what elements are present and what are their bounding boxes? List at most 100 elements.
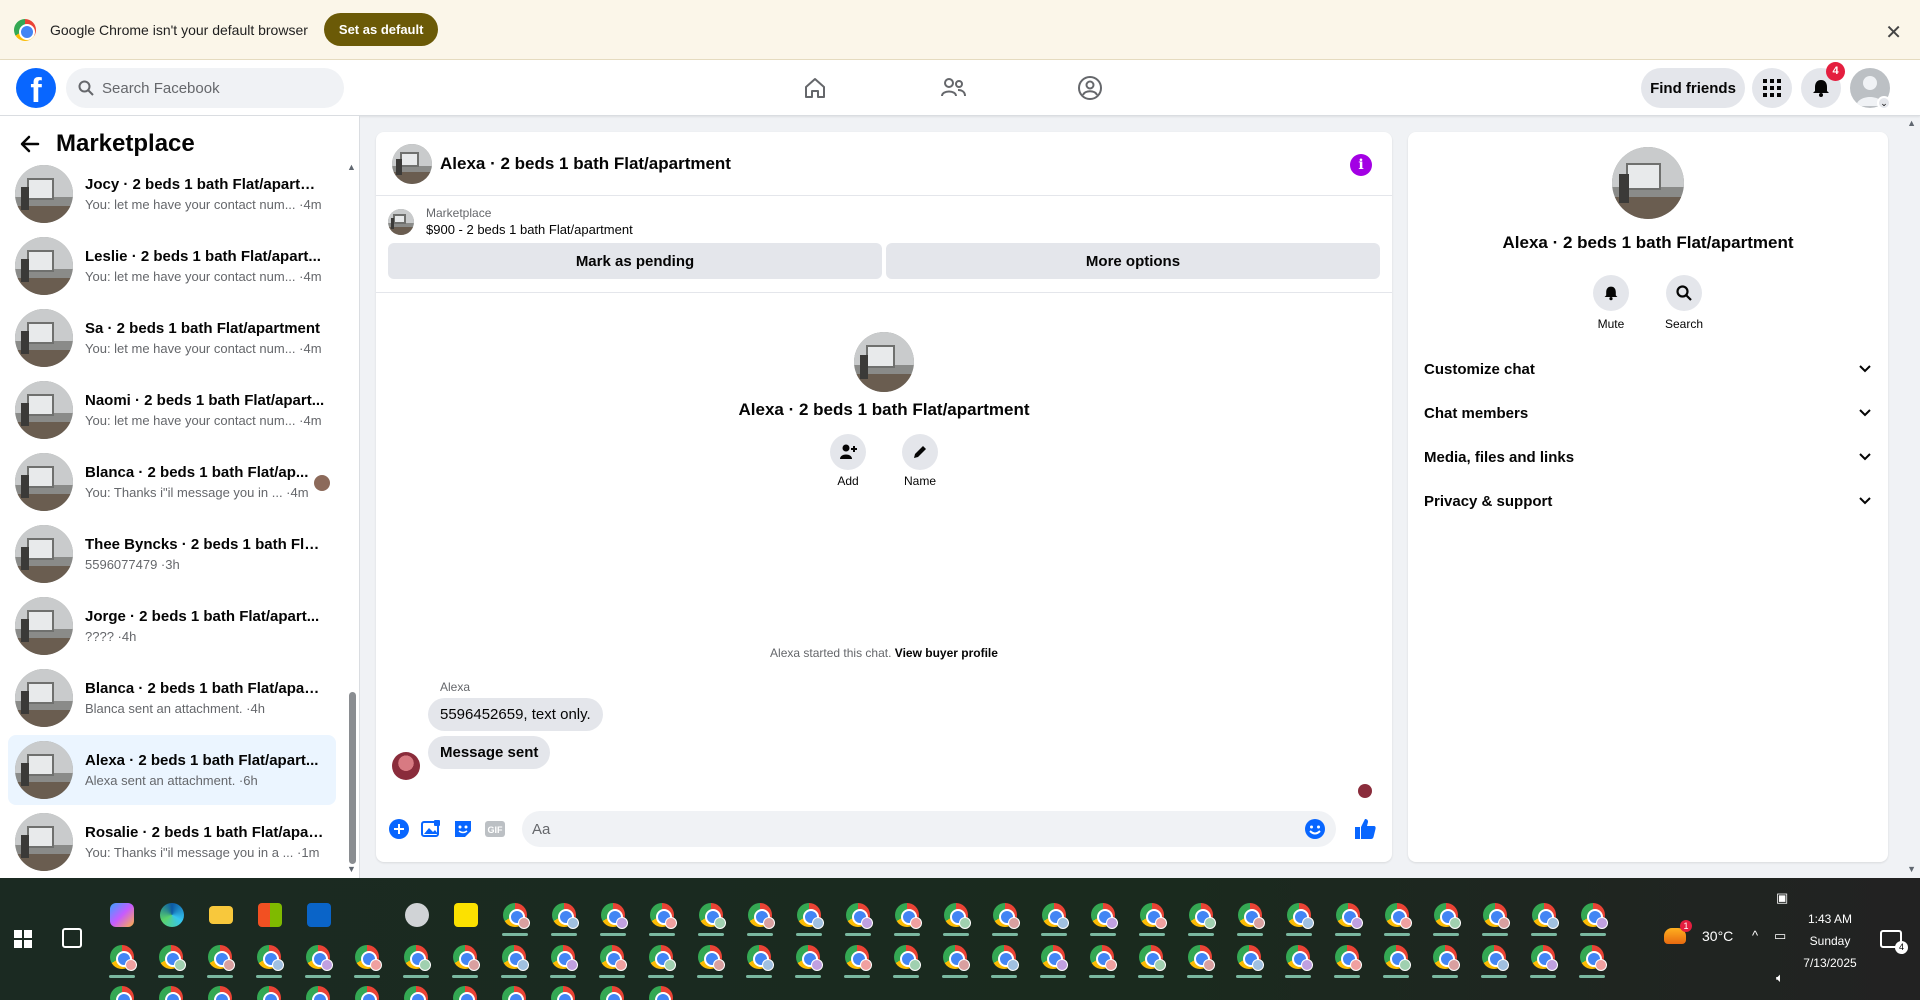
chrome-window-icon[interactable] (1379, 940, 1413, 978)
chrome-window-icon[interactable] (1135, 898, 1169, 936)
chrome-window-icon[interactable] (1037, 898, 1071, 936)
chrome-window-icon[interactable] (889, 940, 923, 978)
chrome-window-icon[interactable] (1428, 940, 1462, 978)
weather-widget[interactable]: 1 30°C (1664, 920, 1733, 944)
chrome-window-icon[interactable] (1575, 940, 1609, 978)
chrome-window-icon[interactable] (1183, 940, 1217, 978)
conversation-item[interactable]: Jorge · 2 beds 1 bath Flat/apart... ???? … (8, 594, 336, 658)
volume-icon[interactable]: 🔈︎ (1776, 970, 1784, 986)
name-chat-button[interactable]: Name (902, 434, 938, 488)
back-arrow-icon[interactable] (20, 134, 40, 154)
store-icon[interactable] (253, 898, 287, 932)
file-explorer-icon[interactable] (204, 898, 238, 932)
info-icon[interactable]: i (1350, 154, 1372, 176)
conversation-item[interactable]: Sa · 2 beds 1 bath Flat/apartment You: le… (8, 306, 336, 370)
chrome-window-icon[interactable] (203, 940, 237, 978)
chrome-window-icon[interactable] (350, 940, 384, 978)
chrome-window-icon[interactable] (546, 981, 580, 1000)
chrome-window-icon[interactable] (497, 940, 531, 978)
chrome-window-icon[interactable] (743, 898, 777, 936)
chrome-window-icon[interactable] (1526, 940, 1560, 978)
scroll-down-arrow-icon[interactable]: ▼ (347, 864, 356, 874)
search-box[interactable] (66, 68, 344, 108)
conversation-item[interactable]: Blanca · 2 beds 1 bath Flat/apart... Blan… (8, 666, 336, 730)
chrome-window-icon[interactable] (596, 898, 630, 936)
chrome-window-icon[interactable] (988, 898, 1022, 936)
meet-now-icon[interactable]: ▣ (1776, 890, 1788, 906)
chrome-window-icon[interactable] (1331, 898, 1365, 936)
page-scroll-down-icon[interactable]: ▼ (1907, 864, 1916, 874)
conversation-item[interactable]: Rosalie · 2 beds 1 bath Flat/apar... You:… (8, 810, 336, 874)
copilot-icon[interactable] (105, 898, 139, 932)
chrome-window-icon[interactable] (497, 981, 531, 1000)
friends-tab[interactable] (923, 68, 983, 108)
chrome-window-icon[interactable] (154, 940, 188, 978)
find-friends-button[interactable]: Find friends (1641, 68, 1745, 108)
chrome-window-icon[interactable] (547, 898, 581, 936)
chrome-window-icon[interactable] (448, 981, 482, 1000)
chrome-window-icon[interactable] (301, 940, 335, 978)
like-button[interactable] (1350, 814, 1380, 844)
chrome-window-icon[interactable] (1085, 940, 1119, 978)
chrome-window-icon[interactable] (987, 940, 1021, 978)
chrome-window-icon[interactable] (399, 940, 433, 978)
conversation-item[interactable]: Leslie · 2 beds 1 bath Flat/apart... You:… (8, 234, 336, 298)
home-tab[interactable] (785, 68, 845, 108)
chrome-window-icon[interactable] (498, 898, 532, 936)
chrome-window-icon[interactable] (939, 898, 973, 936)
edge-icon[interactable] (155, 898, 189, 932)
chrome-window-icon[interactable] (644, 940, 678, 978)
chrome-window-icon[interactable] (1036, 940, 1070, 978)
chrome-window-icon[interactable] (1478, 898, 1512, 936)
message-input-box[interactable] (522, 811, 1336, 847)
message-bubble[interactable]: Message sent (428, 736, 551, 769)
privacy-support-section[interactable]: Privacy & support (1424, 479, 1872, 523)
chrome-window-icon[interactable] (350, 981, 384, 1000)
chat-title[interactable]: Alexa · 2 beds 1 bath Flat/apartment (440, 154, 731, 174)
chrome-window-icon[interactable] (694, 898, 728, 936)
chrome-window-icon[interactable] (1134, 940, 1168, 978)
chrome-window-icon[interactable] (792, 898, 826, 936)
chrome-window-icon[interactable] (595, 981, 629, 1000)
message-bubble[interactable]: 5596452659, text only. (428, 698, 603, 731)
attach-media-button[interactable] (416, 814, 446, 844)
close-icon[interactable]: ✕ (1885, 20, 1902, 45)
facebook-logo-icon[interactable]: f (16, 68, 56, 108)
view-buyer-profile-link[interactable]: View buyer profile (895, 646, 998, 660)
conversation-item[interactable]: Jocy · 2 beds 1 bath Flat/apartm... You: … (8, 162, 336, 226)
page-scroll-up-icon[interactable]: ▲ (1907, 118, 1916, 128)
chrome-window-icon[interactable] (1576, 898, 1610, 936)
chrome-window-icon[interactable] (841, 898, 875, 936)
chrome-window-icon[interactable] (105, 940, 139, 978)
chrome-window-icon[interactable] (742, 940, 776, 978)
customize-chat-section[interactable]: Customize chat (1424, 347, 1872, 391)
chrome-window-icon[interactable] (1232, 940, 1266, 978)
sticky-notes-icon[interactable] (449, 898, 483, 932)
chrome-window-icon[interactable] (1380, 898, 1414, 936)
clock[interactable]: 1:43 AM Sunday 7/13/2025 (1795, 908, 1865, 974)
mute-button[interactable]: Mute (1592, 275, 1629, 331)
notification-center-icon[interactable]: 4 (1880, 930, 1908, 954)
chrome-window-icon[interactable] (1086, 898, 1120, 936)
chrome-window-icon[interactable] (693, 940, 727, 978)
listing-price[interactable]: $900 - 2 beds 1 bath Flat/apartment (426, 222, 633, 237)
chrome-window-icon[interactable] (1233, 898, 1267, 936)
set-as-default-button[interactable]: Set as default (323, 13, 439, 46)
chrome-window-icon[interactable] (1527, 898, 1561, 936)
search-input[interactable] (102, 79, 322, 97)
groups-tab[interactable] (1060, 68, 1120, 108)
network-icon[interactable]: ▭ (1774, 928, 1786, 944)
chat-members-section[interactable]: Chat members (1424, 391, 1872, 435)
chrome-window-icon[interactable] (546, 940, 580, 978)
chrome-window-icon[interactable] (1184, 898, 1218, 936)
chrome-window-icon[interactable] (595, 940, 629, 978)
chrome-window-icon[interactable] (301, 981, 335, 1000)
chrome-window-icon[interactable] (890, 898, 924, 936)
chrome-window-icon[interactable] (252, 940, 286, 978)
chrome-window-icon[interactable] (1281, 940, 1315, 978)
conversation-item[interactable]: Blanca · 2 beds 1 bath Flat/ap... You: Th… (8, 450, 336, 514)
chrome-window-icon[interactable] (1429, 898, 1463, 936)
more-options-button[interactable]: More options (886, 243, 1380, 279)
outlook-icon[interactable] (302, 898, 336, 932)
media-files-links-section[interactable]: Media, files and links (1424, 435, 1872, 479)
